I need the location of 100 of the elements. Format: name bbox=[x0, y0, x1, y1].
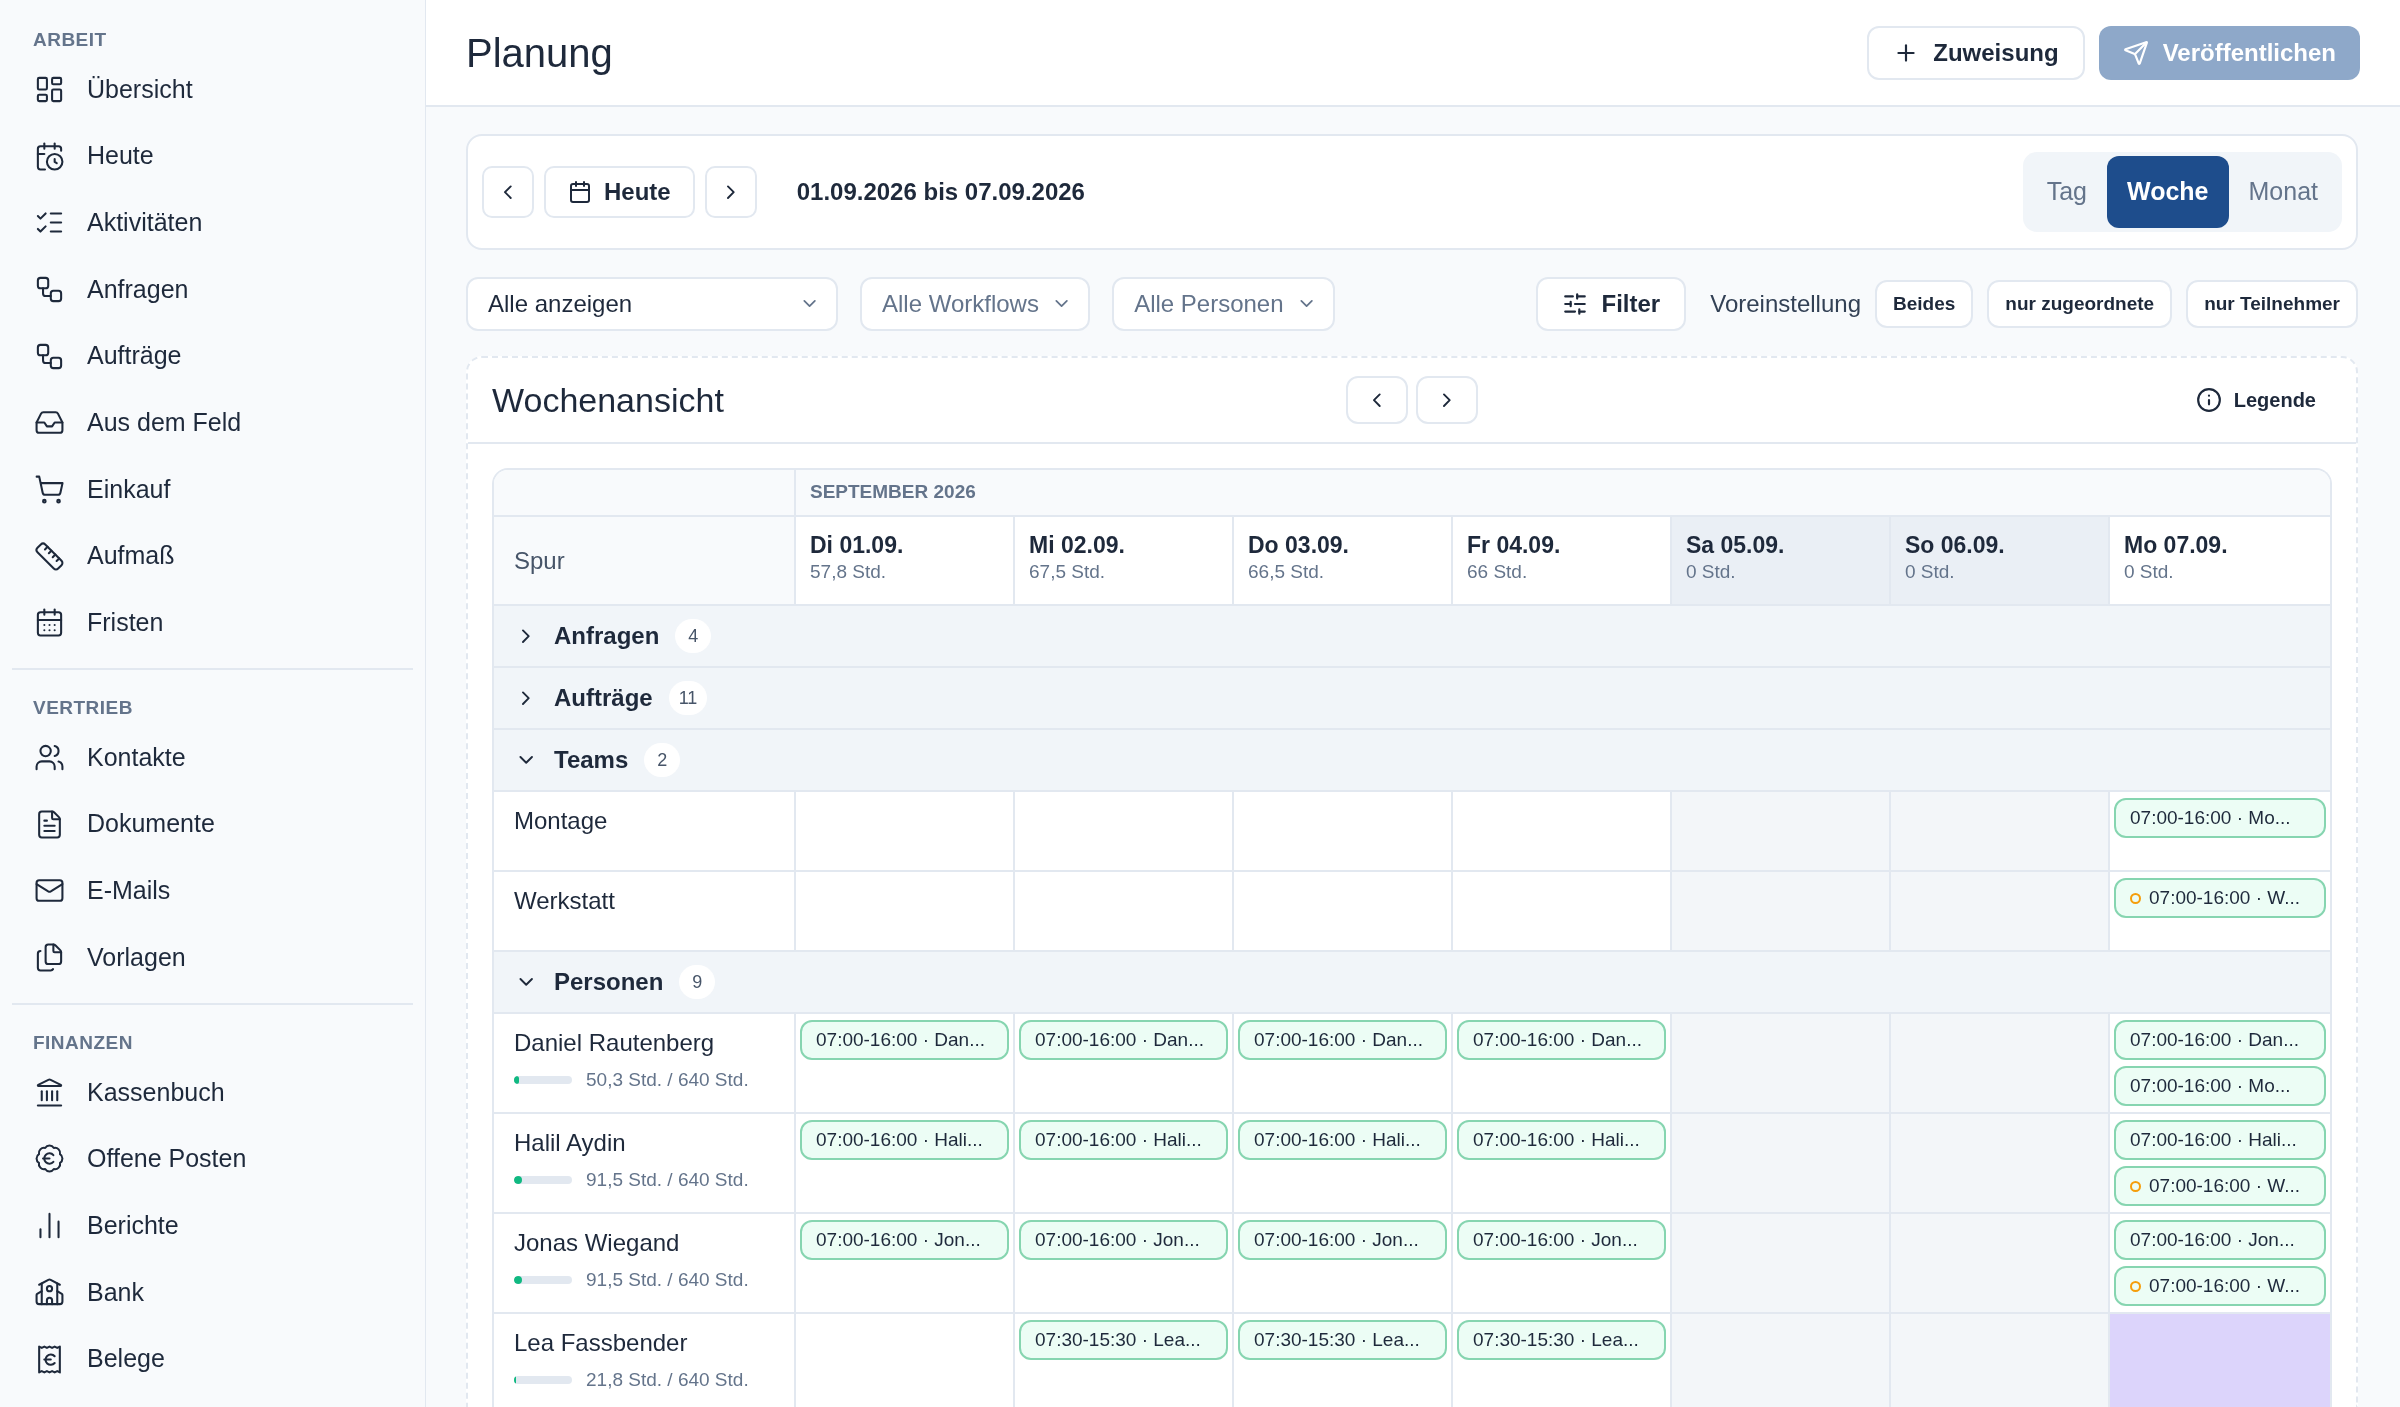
sidebar-item[interactable]: Einkauf bbox=[12, 456, 413, 523]
sidebar-item[interactable]: Aufträge bbox=[12, 322, 413, 390]
info-icon bbox=[2195, 387, 2222, 413]
calendar-clock-icon bbox=[34, 140, 65, 172]
sidebar-item[interactable]: Kassenbuch bbox=[12, 1058, 413, 1126]
shift-chip[interactable]: 07:00-16:00 · Jon... bbox=[1457, 1220, 1666, 1260]
next-button[interactable] bbox=[704, 166, 757, 218]
day-cell[interactable] bbox=[1670, 1314, 1889, 1407]
group-label: Aufträge bbox=[554, 683, 653, 713]
filter-dropdown[interactable]: Alle Personen bbox=[1112, 277, 1335, 331]
group-row[interactable]: Anfragen 4 bbox=[494, 606, 2330, 668]
previous-week-button[interactable] bbox=[1346, 376, 1408, 424]
sidebar-item[interactable]: Aktivitäten bbox=[12, 189, 413, 257]
sidebar-item[interactable]: Belege bbox=[12, 1325, 413, 1393]
shift-chip[interactable]: 07:00-16:00 · Dan... bbox=[1457, 1020, 1666, 1060]
group-row[interactable]: Teams 2 bbox=[494, 730, 2330, 792]
day-cell[interactable] bbox=[2108, 1314, 2330, 1407]
chevron-down-icon bbox=[1299, 300, 1313, 308]
group-label: Teams bbox=[554, 745, 629, 775]
previous-button[interactable] bbox=[482, 166, 534, 218]
sidebar-item[interactable]: Aufmaß bbox=[12, 522, 413, 590]
count-badge: 9 bbox=[679, 965, 716, 999]
sidebar-item[interactable]: Heute bbox=[12, 122, 413, 190]
shift-chip[interactable]: 07:00-16:00 · W... bbox=[2114, 1166, 2326, 1206]
day-cell[interactable] bbox=[1670, 872, 1889, 950]
send-icon bbox=[2122, 39, 2149, 66]
capacity-text: 91,5 Std. / 640 Std. bbox=[586, 1168, 749, 1192]
shift-chip[interactable]: 07:00-16:00 · Dan... bbox=[2114, 1020, 2326, 1060]
files-icon bbox=[34, 942, 65, 974]
sidebar-item[interactable]: Berichte bbox=[12, 1192, 413, 1259]
day-header: Do 03.09. 66,5 Std. bbox=[1232, 517, 1451, 604]
chevron-left-icon bbox=[504, 184, 512, 200]
shift-chip[interactable]: 07:00-16:00 · Dan... bbox=[1238, 1020, 1447, 1060]
filter-dropdown[interactable]: Alle Workflows bbox=[860, 277, 1091, 331]
capacity-text: 50,3 Std. / 640 Std. bbox=[586, 1068, 749, 1092]
bank-building-icon bbox=[34, 1076, 65, 1108]
day-cell[interactable] bbox=[1670, 1014, 1889, 1112]
sidebar-item[interactable]: Bank bbox=[12, 1259, 413, 1326]
day-cell[interactable] bbox=[1670, 1114, 1889, 1212]
month-label: SEPTEMBER 2026 bbox=[794, 470, 2330, 515]
sidebar-item[interactable]: Anfragen bbox=[12, 256, 413, 323]
chevron-left-icon bbox=[1373, 392, 1381, 408]
chevron-right-icon bbox=[522, 690, 530, 706]
next-week-button[interactable] bbox=[1416, 376, 1478, 424]
preset-button[interactable]: Beides bbox=[1875, 280, 1974, 328]
group-label: Anfragen bbox=[554, 621, 660, 651]
chevron-right-icon bbox=[522, 628, 530, 644]
view-tab[interactable]: Monat bbox=[2228, 156, 2338, 228]
lane-name: Werkstatt bbox=[514, 886, 616, 916]
shift-chip[interactable]: 07:00-16:00 · Hali... bbox=[1457, 1120, 1666, 1160]
sidebar-item[interactable]: Vorlagen bbox=[12, 924, 413, 991]
sidebar-item[interactable]: E-Mails bbox=[12, 857, 413, 925]
shift-chip[interactable]: 07:00-16:00 · Jon... bbox=[800, 1220, 1009, 1260]
chevron-down-icon bbox=[1054, 300, 1069, 308]
shift-chip[interactable]: 07:00-16:00 · W... bbox=[2114, 1266, 2326, 1306]
view-tab[interactable]: Tag bbox=[2026, 156, 2107, 228]
shift-chip[interactable]: 07:00-16:00 · Hali... bbox=[1019, 1120, 1228, 1160]
legend-button[interactable]: Legende bbox=[2179, 385, 2332, 415]
today-button[interactable]: Heute bbox=[544, 166, 695, 218]
shift-chip[interactable]: 07:30-15:30 · Lea... bbox=[1238, 1320, 1447, 1360]
sidebar-item[interactable]: Kontakte bbox=[12, 724, 413, 791]
count-badge: 2 bbox=[644, 743, 681, 777]
sidebar-item[interactable]: Dokumente bbox=[12, 790, 413, 858]
sidebar-item[interactable]: Aus dem Feld bbox=[12, 389, 413, 457]
shift-chip[interactable]: 07:00-16:00 · Hali... bbox=[800, 1120, 1009, 1160]
filter-dropdown[interactable]: Alle anzeigen bbox=[466, 277, 838, 331]
preset-button[interactable]: nur zugeordnete bbox=[1987, 280, 2173, 328]
section-title: Wochenansicht bbox=[492, 379, 725, 421]
day-header: Sa 05.09. 0 Std. bbox=[1670, 517, 1889, 604]
add-assignment-button[interactable]: Zuweisung bbox=[1867, 25, 2085, 80]
day-header: Fr 04.09. 66 Std. bbox=[1451, 517, 1670, 604]
shift-chip[interactable]: 07:00-16:00 · Jon... bbox=[1238, 1220, 1447, 1260]
shift-chip[interactable]: 07:30-15:30 · Lea... bbox=[1019, 1320, 1228, 1360]
preset-button[interactable]: nur Teilnehmer bbox=[2186, 280, 2358, 328]
day-cell[interactable] bbox=[1670, 792, 1889, 870]
section-label: FINANZEN bbox=[32, 1030, 134, 1055]
shift-chip[interactable]: 07:00-16:00 · Hali... bbox=[2114, 1120, 2326, 1160]
shift-chip[interactable]: 07:00-16:00 · Dan... bbox=[800, 1020, 1009, 1060]
view-tab[interactable]: Woche bbox=[2107, 156, 2229, 228]
group-row[interactable]: Personen 9 bbox=[494, 952, 2330, 1014]
day-cell[interactable] bbox=[1670, 1214, 1889, 1312]
sidebar-item[interactable]: Offene Posten bbox=[12, 1125, 413, 1193]
shift-chip[interactable]: 07:00-16:00 · Jon... bbox=[2114, 1220, 2326, 1260]
shift-chip[interactable]: 07:30-15:30 · Lea... bbox=[1457, 1320, 1666, 1360]
shift-chip[interactable]: 07:00-16:00 · Mo... bbox=[2114, 798, 2326, 838]
lane-name: Lea Fassbender bbox=[514, 1328, 689, 1358]
shift-chip[interactable]: 07:00-16:00 · Mo... bbox=[2114, 1066, 2326, 1106]
shift-chip[interactable]: 07:00-16:00 · Dan... bbox=[1019, 1020, 1228, 1060]
section-label: ARBEIT bbox=[32, 28, 108, 52]
section-label: VERTRIEB bbox=[32, 696, 134, 721]
sidebar-item[interactable]: Übersicht bbox=[12, 56, 413, 123]
filter-button[interactable]: Filter bbox=[1535, 277, 1687, 331]
calendar-icon bbox=[34, 607, 65, 639]
shift-chip[interactable]: 07:00-16:00 · Hali... bbox=[1238, 1120, 1447, 1160]
group-row[interactable]: Aufträge 11 bbox=[494, 668, 2330, 730]
lane-header: Spur bbox=[513, 545, 566, 576]
sidebar-item[interactable]: Fristen bbox=[12, 589, 413, 657]
shift-chip[interactable]: 07:00-16:00 · Jon... bbox=[1019, 1220, 1228, 1260]
shift-chip[interactable]: 07:00-16:00 · W... bbox=[2114, 878, 2326, 918]
building-icon bbox=[34, 1276, 65, 1308]
